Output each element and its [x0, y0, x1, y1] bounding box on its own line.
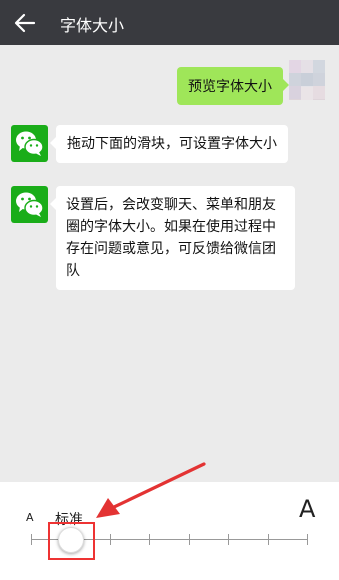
annotation-arrow-icon	[96, 462, 206, 518]
annotation-highlight-box	[48, 522, 95, 560]
top-bar: 字体大小	[0, 0, 339, 45]
user-avatar	[289, 60, 325, 100]
info-line: 存在问题或意见，可反馈给微信团	[66, 241, 276, 257]
info-line: 设置后，会改变聊天、菜单和朋友	[66, 197, 276, 213]
slider-tick[interactable]	[149, 534, 150, 545]
slider-tick[interactable]	[307, 534, 308, 545]
slider-tick[interactable]	[228, 534, 229, 545]
wechat-avatar	[11, 125, 48, 162]
large-font-label: A	[299, 495, 316, 523]
back-arrow-icon[interactable]	[14, 12, 36, 34]
slider-tick[interactable]	[189, 534, 190, 545]
small-font-label: A	[26, 511, 34, 524]
chat-preview-area: 预览字体大小 拖动下面的滑块，可设置字体大小 设置后，会改变聊天、菜单和朋友 圈…	[0, 45, 339, 482]
wechat-avatar	[11, 186, 48, 223]
page-title: 字体大小	[60, 16, 125, 35]
wechat-logo-icon	[16, 131, 44, 156]
slider-tick[interactable]	[31, 534, 32, 545]
info-line: 圈的字体大小。如果在使用过程中	[66, 219, 276, 235]
info-line: 队	[66, 263, 80, 279]
wechat-logo-icon	[16, 192, 44, 217]
instruction-message-bubble: 拖动下面的滑块，可设置字体大小	[50, 125, 288, 163]
slider-tick[interactable]	[268, 534, 269, 545]
preview-message-bubble: 预览字体大小	[177, 67, 289, 105]
slider-tick[interactable]	[110, 534, 111, 545]
info-message-bubble: 设置后，会改变聊天、菜单和朋友 圈的字体大小。如果在使用过程中 存在问题或意见，…	[50, 186, 295, 290]
